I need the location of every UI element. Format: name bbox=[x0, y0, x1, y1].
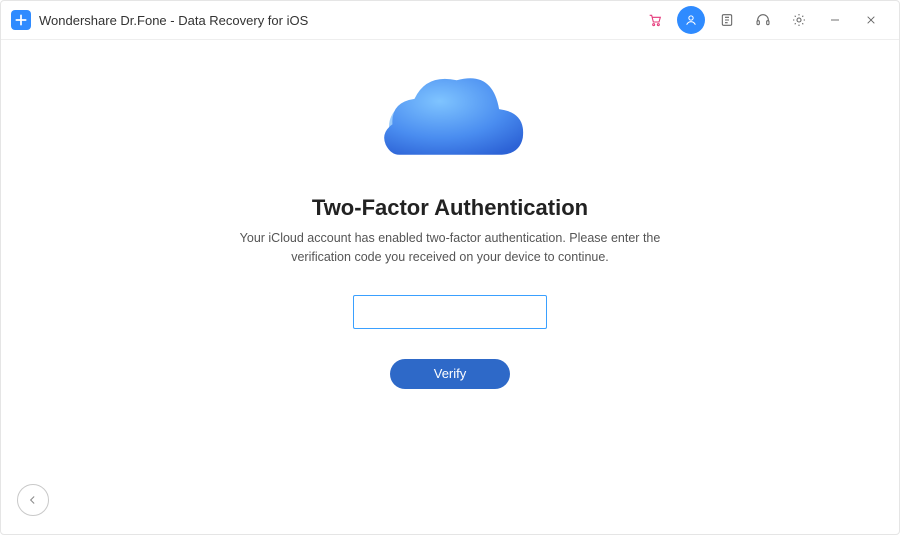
description: Your iCloud account has enabled two-fact… bbox=[235, 229, 665, 267]
verify-button[interactable]: Verify bbox=[390, 359, 510, 389]
minimize-icon[interactable] bbox=[821, 6, 849, 34]
gear-icon[interactable] bbox=[785, 6, 813, 34]
app-window: Wondershare Dr.Fone - Data Recovery for … bbox=[0, 0, 900, 535]
user-icon[interactable] bbox=[677, 6, 705, 34]
close-icon[interactable] bbox=[857, 6, 885, 34]
cloud-icon bbox=[365, 60, 535, 170]
back-button[interactable] bbox=[17, 484, 49, 516]
verification-code-input[interactable] bbox=[353, 295, 547, 329]
heading: Two-Factor Authentication bbox=[312, 195, 588, 221]
feedback-icon[interactable] bbox=[713, 6, 741, 34]
app-logo-icon bbox=[11, 10, 31, 30]
headset-icon[interactable] bbox=[749, 6, 777, 34]
main-content: Two-Factor Authentication Your iCloud ac… bbox=[1, 40, 899, 534]
titlebar: Wondershare Dr.Fone - Data Recovery for … bbox=[1, 1, 899, 40]
cart-icon[interactable] bbox=[641, 6, 669, 34]
window-title: Wondershare Dr.Fone - Data Recovery for … bbox=[39, 13, 308, 28]
